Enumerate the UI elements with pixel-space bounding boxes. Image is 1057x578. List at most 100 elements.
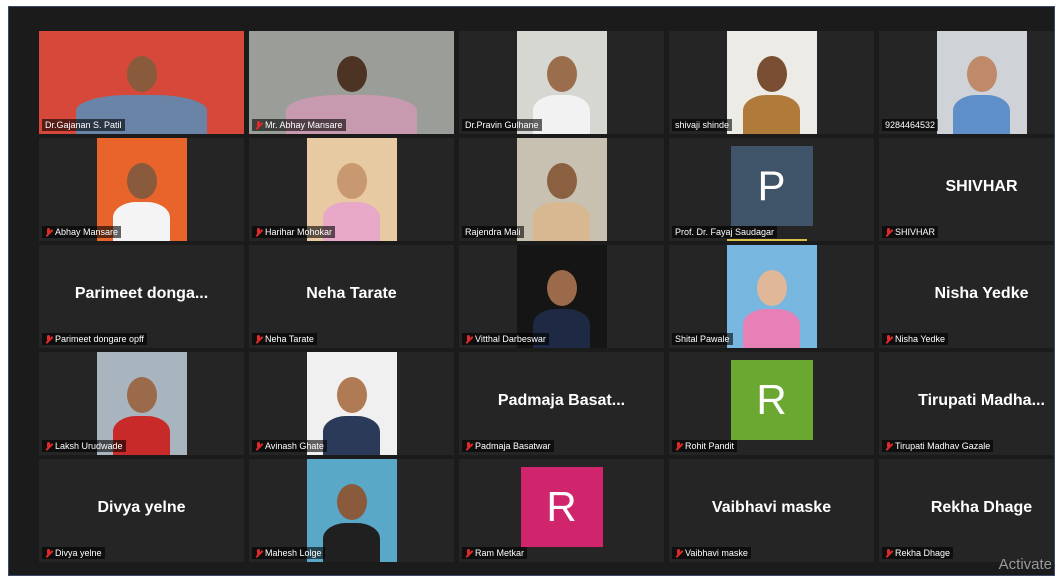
participant-name: Dr.Gajanan S. Patil bbox=[45, 120, 122, 130]
participant-display-name: Neha Tarate bbox=[306, 285, 397, 302]
participant-name-label: Dr.Gajanan S. Patil bbox=[42, 119, 125, 131]
participant-name-label: 9284464532 bbox=[882, 119, 939, 131]
participant-tile-divya-yelne[interactable]: Divya yelne Divya yelne bbox=[39, 459, 244, 562]
person-head bbox=[546, 162, 577, 199]
participant-name: Parimeet dongare opff bbox=[55, 334, 144, 344]
participant-tile-vitthal-darbeswar[interactable]: Vitthal Darbeswar bbox=[459, 245, 664, 348]
participant-name-label: Nisha Yedke bbox=[882, 333, 949, 345]
participant-name: Rohit Pandit bbox=[685, 441, 735, 451]
participant-name: Prof. Dr. Fayaj Saudagar bbox=[675, 227, 775, 237]
participant-tile-dr-pravin-gulhane[interactable]: Dr.Pravin Gulhane bbox=[459, 31, 664, 134]
participant-tile-neha-tarate[interactable]: Neha Tarate Neha Tarate bbox=[249, 245, 454, 348]
muted-mic-icon bbox=[45, 548, 52, 558]
participant-name-label: Rekha Dhage bbox=[882, 547, 954, 559]
participant-name: Divya yelne bbox=[55, 548, 102, 558]
participant-name: Padmaja Basatwar bbox=[475, 441, 551, 451]
person-head bbox=[756, 269, 787, 306]
participant-name: Tirupati Madhav Gazale bbox=[895, 441, 991, 451]
participant-name: Neha Tarate bbox=[265, 334, 314, 344]
participant-display-name: Rekha Dhage bbox=[930, 499, 1033, 516]
person-head bbox=[336, 162, 367, 199]
person-head bbox=[336, 376, 367, 413]
meeting-window: Dr.Gajanan S. Patil Mr. Abhay Mansare Dr.P… bbox=[8, 6, 1055, 576]
person-body bbox=[322, 415, 381, 455]
participant-name: Laksh Urudwade bbox=[55, 441, 123, 451]
muted-mic-icon bbox=[255, 548, 262, 558]
participant-tile-prof-dr-fayaj-saudagar[interactable]: P Prof. Dr. Fayaj Saudagar bbox=[669, 138, 874, 241]
muted-mic-icon bbox=[465, 441, 472, 451]
muted-mic-icon bbox=[885, 441, 892, 451]
participant-name-label: Padmaja Basatwar bbox=[462, 440, 554, 452]
participant-name-label: Rajendra Mali bbox=[462, 226, 524, 238]
muted-mic-icon bbox=[885, 227, 892, 237]
participant-tile-padmaja-basatwar[interactable]: Padmaja Basat... Padmaja Basatwar bbox=[459, 352, 664, 455]
muted-mic-icon bbox=[885, 334, 892, 344]
participant-name-label: Prof. Dr. Fayaj Saudagar bbox=[672, 226, 778, 238]
participant-display-name: Divya yelne bbox=[97, 499, 186, 516]
participant-name-label: Ram Metkar bbox=[462, 547, 528, 559]
participant-tile-mr-abhay-mansare[interactable]: Mr. Abhay Mansare bbox=[249, 31, 454, 134]
participant-name-label: Avinash Ghate bbox=[252, 440, 327, 452]
participant-tile-abhay-mansare[interactable]: Abhay Mansare bbox=[39, 138, 244, 241]
person-head bbox=[126, 162, 157, 199]
person-body bbox=[742, 308, 801, 348]
activate-watermark: Activate bbox=[998, 556, 1052, 573]
person-body bbox=[112, 201, 171, 241]
participant-name: Vitthal Darbeswar bbox=[475, 334, 546, 344]
participant-name: SHIVHAR bbox=[895, 227, 936, 237]
participant-tile-9284464532[interactable]: 9284464532 bbox=[879, 31, 1054, 134]
participant-tile-ram-metkar[interactable]: R Ram Metkar bbox=[459, 459, 664, 562]
participant-tile-parimeet-dongare-opff[interactable]: Parimeet donga... Parimeet dongare opff bbox=[39, 245, 244, 348]
participant-name-label: Mr. Abhay Mansare bbox=[252, 119, 346, 131]
participant-tile-avinash-ghate[interactable]: Avinash Ghate bbox=[249, 352, 454, 455]
participant-name: Dr.Pravin Gulhane bbox=[465, 120, 539, 130]
person-head bbox=[126, 55, 157, 92]
muted-mic-icon bbox=[255, 120, 262, 130]
participant-name: shivaji shinde bbox=[675, 120, 730, 130]
participant-display-name: Parimeet donga... bbox=[74, 285, 209, 302]
person-body bbox=[322, 522, 381, 562]
participant-tile-shivhar[interactable]: SHIVHAR SHIVHAR bbox=[879, 138, 1054, 241]
participant-tile-rohit-pandit[interactable]: R Rohit Pandit bbox=[669, 352, 874, 455]
participant-name-label: shivaji shinde bbox=[672, 119, 733, 131]
participant-name: Mr. Abhay Mansare bbox=[265, 120, 343, 130]
person-head bbox=[756, 55, 787, 92]
participant-name-label: Vitthal Darbeswar bbox=[462, 333, 549, 345]
muted-mic-icon bbox=[675, 441, 682, 451]
participant-name-label: Vaibhavi maske bbox=[672, 547, 751, 559]
participant-tile-mahesh-lolge[interactable]: Mahesh Lolge bbox=[249, 459, 454, 562]
muted-mic-icon bbox=[675, 548, 682, 558]
participant-name-label: Tirupati Madhav Gazale bbox=[882, 440, 994, 452]
person-body bbox=[742, 94, 801, 134]
participant-name-label: Divya yelne bbox=[42, 547, 105, 559]
participant-name: Ram Metkar bbox=[475, 548, 525, 558]
participant-tile-laksh-urudwade[interactable]: Laksh Urudwade bbox=[39, 352, 244, 455]
participant-name-label: Rohit Pandit bbox=[672, 440, 738, 452]
person-head bbox=[546, 55, 577, 92]
participant-name-label: Neha Tarate bbox=[252, 333, 317, 345]
participant-display-name: Nisha Yedke bbox=[934, 285, 1029, 302]
muted-mic-icon bbox=[45, 441, 52, 451]
participant-name: Shital Pawale bbox=[675, 334, 730, 344]
participant-name-label: Dr.Pravin Gulhane bbox=[462, 119, 542, 131]
participant-name-label: SHIVHAR bbox=[882, 226, 939, 238]
participant-tile-rajendra-mali[interactable]: Rajendra Mali bbox=[459, 138, 664, 241]
muted-mic-icon bbox=[45, 334, 52, 344]
participant-tile-tirupati-madhav-gazale[interactable]: Tirupati Madha... Tirupati Madhav Gazale bbox=[879, 352, 1054, 455]
muted-mic-icon bbox=[255, 334, 262, 344]
participant-name: 9284464532 bbox=[885, 120, 936, 130]
participant-tile-nisha-yedke[interactable]: Nisha Yedke Nisha Yedke bbox=[879, 245, 1054, 348]
participant-display-name: Tirupati Madha... bbox=[918, 392, 1045, 409]
participant-tile-vaibhavi-maske[interactable]: Vaibhavi maske Vaibhavi maske bbox=[669, 459, 874, 562]
person-body bbox=[532, 201, 591, 241]
participant-tile-shivaji-shinde[interactable]: shivaji shinde bbox=[669, 31, 874, 134]
muted-mic-icon bbox=[465, 548, 472, 558]
participant-tile-rekha-dhage[interactable]: Rekha Dhage Rekha Dhage bbox=[879, 459, 1054, 562]
speaking-indicator bbox=[727, 239, 807, 241]
participant-tile-harihar-mohokar[interactable]: Harihar Mohokar bbox=[249, 138, 454, 241]
participant-name-label: Shital Pawale bbox=[672, 333, 733, 345]
participant-name-label: Harihar Mohokar bbox=[252, 226, 336, 238]
participant-tile-dr-gajanan-s-patil[interactable]: Dr.Gajanan S. Patil bbox=[39, 31, 244, 134]
participant-name-label: Mahesh Lolge bbox=[252, 547, 325, 559]
participant-tile-shital-pawale[interactable]: Shital Pawale bbox=[669, 245, 874, 348]
